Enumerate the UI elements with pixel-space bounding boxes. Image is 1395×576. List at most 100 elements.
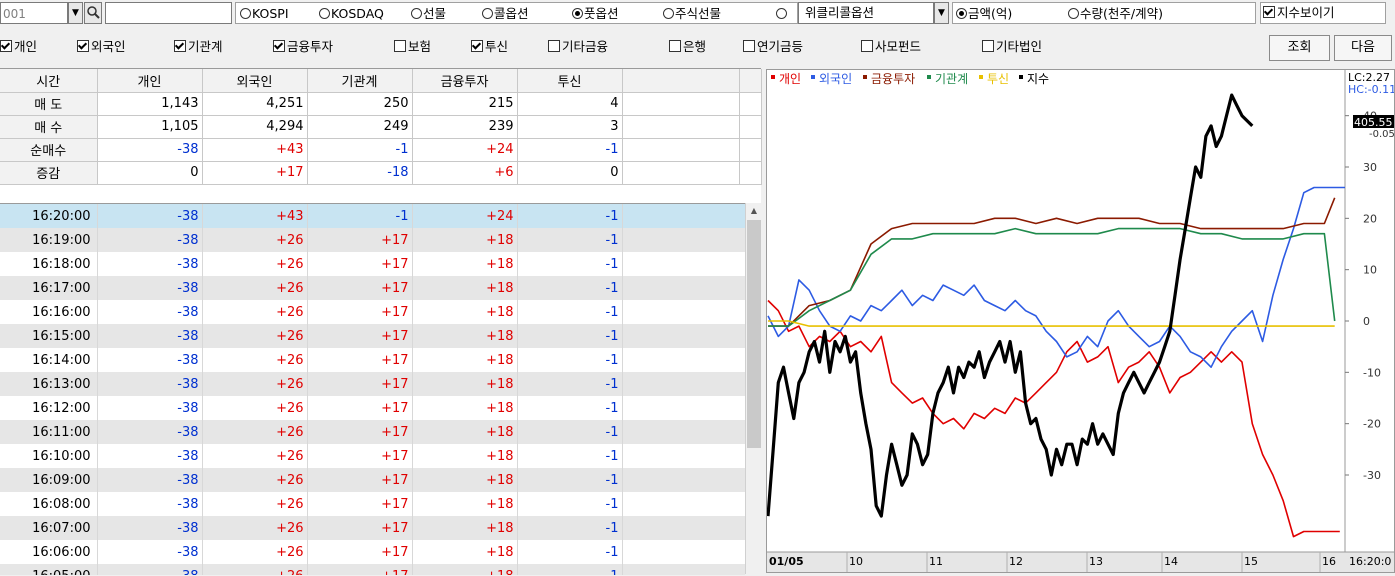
radio-stock-futures[interactable]: 주식선물 [663, 3, 721, 25]
x-tick-label: 12 [1009, 555, 1023, 568]
table-row[interactable]: 16:13:00 -38 +26 +17 +18 -1 [0, 372, 745, 396]
legend-swatch [979, 75, 983, 79]
value-cell: -1 [517, 348, 623, 372]
col-header-time[interactable]: 시간 [0, 69, 98, 93]
scroll-up-icon[interactable]: ▲ [746, 203, 762, 219]
checkbox-checked-icon [77, 40, 89, 52]
checkbox-icon [669, 40, 681, 52]
table-row[interactable]: 16:16:00 -38 +26 +17 +18 -1 [0, 300, 745, 324]
cell-value: -38 [97, 138, 203, 162]
cell-value: 0 [97, 161, 203, 185]
value-cell: -38 [97, 204, 203, 228]
chevron-down-icon[interactable]: ▼ [68, 2, 83, 24]
time-cell: 16:13:00 [0, 372, 98, 396]
cell-empty [622, 161, 740, 185]
radio-futures[interactable]: 선물 [411, 3, 446, 25]
filter-individual[interactable]: 개인 [0, 37, 37, 57]
cell-value: 3 [517, 115, 623, 139]
col-header-institution[interactable]: 기관계 [307, 69, 413, 93]
filter-private-equity[interactable]: 사모펀드 [861, 37, 921, 57]
filter-bank[interactable]: 은행 [669, 37, 706, 57]
value-cell: +18 [412, 492, 518, 516]
col-header-individual[interactable]: 개인 [97, 69, 203, 93]
radio-kospi[interactable]: KOSPI [240, 3, 289, 25]
value-cell: -38 [97, 252, 203, 276]
radio-dot-icon [663, 8, 674, 19]
radio-amount[interactable]: 금액(억) [956, 3, 1012, 25]
legend-label: 지수 [1027, 72, 1049, 86]
x-tick-label: 14 [1164, 555, 1178, 568]
value-cell: +17 [307, 396, 413, 420]
filter-institution[interactable]: 기관계 [174, 37, 223, 57]
row-label: 증감 [0, 161, 98, 185]
table-row[interactable]: 16:06:00 -38 +26 +17 +18 -1 [0, 540, 745, 564]
search-icon[interactable] [84, 2, 102, 24]
chart-canvas: 개인외국인금융투자기관계투신지수LC:2.27HC:-0.11403020100… [766, 70, 1395, 572]
table-row[interactable]: 16:14:00 -38 +26 +17 +18 -1 [0, 348, 745, 372]
table-row[interactable]: 16:18:00 -38 +26 +17 +18 -1 [0, 252, 745, 276]
cell-empty [622, 372, 745, 396]
time-cell: 16:20:00 [0, 204, 98, 228]
filter-foreign[interactable]: 외국인 [77, 37, 126, 57]
next-button[interactable]: 다음 [1334, 35, 1392, 61]
chevron-down-icon[interactable]: ▼ [934, 2, 949, 24]
filter-financial-investment[interactable]: 금융투자 [273, 37, 333, 57]
table-row[interactable]: 16:07:00 -38 +26 +17 +18 -1 [0, 516, 745, 540]
filter-other-corp[interactable]: 기타법인 [982, 37, 1042, 57]
show-index-checkbox[interactable]: 지수보이기 [1260, 2, 1386, 24]
cell-empty [622, 138, 740, 162]
table-row[interactable]: 16:19:00 -38 +26 +17 +18 -1 [0, 228, 745, 252]
table-row[interactable]: 16:11:00 -38 +26 +17 +18 -1 [0, 420, 745, 444]
col-header-investment-trust[interactable]: 투신 [517, 69, 623, 93]
table-row[interactable]: 16:08:00 -38 +26 +17 +18 -1 [0, 492, 745, 516]
code-input[interactable]: 001 [0, 2, 68, 24]
table-row[interactable]: 16:12:00 -38 +26 +17 +18 -1 [0, 396, 745, 420]
value-cell: +18 [412, 396, 518, 420]
radio-quantity[interactable]: 수량(천주/계약) [1068, 3, 1163, 25]
table-row[interactable]: 16:05:00-38+26+17+18-1 [0, 564, 745, 575]
weekly-option-select[interactable]: 위클리콜옵션 [798, 2, 934, 24]
cell-empty [622, 492, 745, 516]
filter-pension[interactable]: 연기금등 [743, 37, 803, 57]
summary-table: 시간 개인 외국인 기관계 금융투자 투신 매 도 1,143 4,251 25… [0, 69, 762, 185]
cell-value: +24 [412, 138, 518, 162]
value-cell: +17 [307, 300, 413, 324]
radio-put-option[interactable]: 풋옵션 [572, 3, 619, 25]
legend-swatch [927, 75, 931, 79]
radio-call-option[interactable]: 콜옵션 [482, 3, 529, 25]
table-row[interactable]: 16:20:00 -38 +43 -1 +24 -1 [0, 204, 745, 228]
col-header-financial-investment[interactable]: 금융투자 [412, 69, 518, 93]
cell-empty [622, 252, 745, 276]
legend-label: 금융투자 [871, 72, 915, 86]
value-cell: +17 [307, 516, 413, 540]
radio-kosdaq[interactable]: KOSDAQ [319, 3, 384, 25]
top-toolbar: 001 ▼ KOSPI KOSDAQ 선물 콜옵션 풋옵션 주식선물 위클리콜옵… [0, 0, 1395, 28]
x-tick-label: 01/05 [769, 555, 804, 568]
cell-value: +17 [202, 161, 308, 185]
scroll-thumb[interactable] [747, 220, 761, 448]
table-row[interactable]: 16:15:00 -38 +26 +17 +18 -1 [0, 324, 745, 348]
legend-swatch [771, 75, 775, 79]
stock-name-input[interactable] [105, 2, 232, 24]
radio-weekly[interactable] [776, 3, 788, 25]
filter-investment-trust[interactable]: 투신 [471, 37, 508, 57]
cell-value: 1,105 [97, 115, 203, 139]
value-cell: +18 [412, 276, 518, 300]
checkbox-checked-icon [174, 40, 186, 52]
time-cell: 16:12:00 [0, 396, 98, 420]
table-row[interactable]: 16:17:00 -38 +26 +17 +18 -1 [0, 276, 745, 300]
series-line-3 [768, 227, 1336, 327]
filter-other-finance[interactable]: 기타금융 [548, 37, 608, 57]
table-row[interactable]: 16:10:00 -38 +26 +17 +18 -1 [0, 444, 745, 468]
cell-empty [622, 420, 745, 444]
time-cell: 16:14:00 [0, 348, 98, 372]
vertical-scrollbar[interactable]: ▲ [745, 203, 762, 574]
value-cell: -38 [97, 396, 203, 420]
filter-insurance[interactable]: 보험 [394, 37, 431, 57]
col-header-foreign[interactable]: 외국인 [202, 69, 308, 93]
table-row[interactable]: 16:09:00 -38 +26 +17 +18 -1 [0, 468, 745, 492]
value-cell: -38 [97, 300, 203, 324]
cell-empty [622, 300, 745, 324]
query-button[interactable]: 조회 [1269, 35, 1330, 61]
value-cell: +26 [202, 468, 308, 492]
